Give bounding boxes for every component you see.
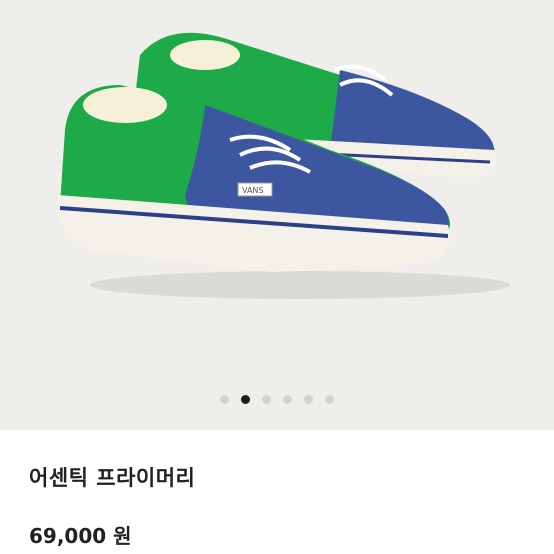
brand-tag: VANS [242,186,264,195]
carousel-dot-active[interactable] [241,395,250,404]
product-image-carousel[interactable]: VANS [0,0,554,430]
carousel-dot[interactable] [220,395,229,404]
carousel-indicator [0,395,554,404]
product-title: 어센틱 프라이머리 [29,466,196,490]
carousel-dot[interactable] [304,395,313,404]
carousel-dot[interactable] [325,395,334,404]
carousel-dot[interactable] [283,395,292,404]
product-price: 69,000 원 [29,524,132,548]
carousel-dot[interactable] [262,395,271,404]
sneaker-photo: VANS [57,32,510,299]
